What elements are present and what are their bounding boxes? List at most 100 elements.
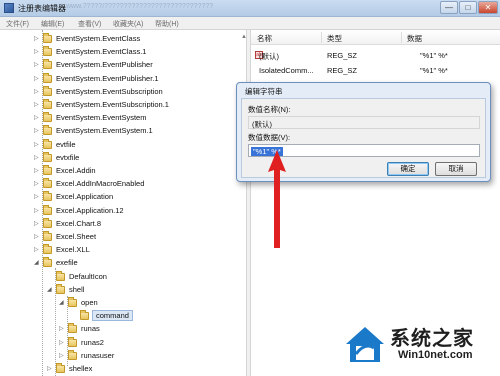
value-list-header: 名称 类型 数据 (251, 30, 500, 45)
tree-item-label: runas2 (81, 337, 104, 347)
cancel-button[interactable]: 取消 (435, 162, 477, 176)
collapse-icon[interactable]: ◢ (59, 300, 65, 307)
column-name[interactable]: 名称 (257, 33, 272, 44)
tree-item-label: open (81, 298, 98, 307)
expand-icon[interactable]: ▷ (34, 36, 40, 43)
folder-icon (68, 349, 77, 360)
folder-icon (43, 85, 52, 96)
tree-item-label: evtfile (56, 139, 76, 149)
tree-item-label: runasuser (81, 350, 115, 360)
tree-item-label: shellex (69, 364, 93, 373)
tree-item-label: shell (69, 284, 85, 294)
expand-icon[interactable]: ▷ (34, 221, 40, 228)
expand-icon[interactable]: ▷ (34, 181, 40, 188)
tree-item-label: EventSystem.EventClass.1 (56, 47, 147, 57)
expand-icon[interactable]: ▷ (59, 326, 65, 333)
tree-item-label: evtxfile (56, 152, 80, 162)
column-type[interactable]: 类型 (327, 33, 342, 44)
value-type: REG_SZ (327, 51, 358, 60)
value-data: "%1" %* (420, 51, 448, 60)
value-row[interactable]: ab (默认) REG_SZ "%1" %* (251, 49, 500, 62)
value-row[interactable]: IsolatedComm... REG_SZ "%1" %* (251, 64, 500, 77)
menu-bar: 文件(F) 编辑(E) 查看(V) 收藏夹(A) 帮助(H) (0, 17, 500, 30)
blurred-path: www.?????/???????????????????????????? (66, 3, 214, 10)
tree-item-label: DefaultIcon (69, 271, 107, 281)
expand-icon[interactable]: ▷ (34, 247, 40, 254)
expand-icon[interactable]: ▷ (34, 62, 40, 69)
menu-help[interactable]: 帮助(H) (155, 19, 179, 29)
menu-file[interactable]: 文件(F) (6, 19, 29, 29)
expand-icon[interactable]: ▷ (34, 128, 40, 135)
watermark: 系统之家 Win10net.com (344, 318, 494, 370)
folder-icon (43, 204, 52, 215)
expand-icon[interactable]: ▷ (34, 194, 40, 201)
value-name: IsolatedComm... (259, 66, 314, 75)
folder-icon (56, 283, 65, 294)
annotation-arrow (268, 150, 286, 248)
tree-item-label: EventSystem.EventSubscription (56, 86, 163, 96)
column-data[interactable]: 数据 (407, 33, 422, 44)
folder-icon (43, 33, 52, 43)
expand-icon[interactable]: ▷ (59, 353, 65, 360)
tree-item-label: Excel.AddInMacroEnabled (56, 179, 145, 189)
value-name-field: (默认) (248, 116, 480, 129)
regedit-app-icon (4, 3, 14, 13)
expand-icon[interactable]: ▷ (34, 89, 40, 96)
maximize-button[interactable]: □ (459, 1, 477, 14)
folder-icon (43, 59, 52, 70)
expand-icon[interactable]: ▷ (59, 340, 65, 347)
tree-item-label: EventSystem.EventSubscription.1 (56, 100, 169, 109)
tree-item-label: EventSystem.EventSystem (56, 113, 147, 123)
expand-icon[interactable]: ▷ (34, 168, 40, 175)
tree-item-label: exefile (56, 258, 78, 268)
tree-item-label: Excel.Sheet (56, 232, 97, 241)
minimize-button[interactable]: — (440, 1, 458, 14)
title-bar: 注册表编辑器 www.?????/???????????????????????… (0, 0, 500, 17)
folder-icon (43, 125, 52, 136)
value-name: (默认) (259, 52, 279, 61)
folder-icon (43, 191, 52, 202)
arrow-shape (268, 150, 286, 248)
folder-icon (43, 72, 52, 83)
ok-button[interactable]: 确定 (387, 162, 429, 176)
folder-icon (68, 297, 77, 307)
expand-icon[interactable]: ▷ (34, 102, 40, 109)
watermark-url: Win10net.com (398, 349, 473, 361)
open-folder-icon (80, 310, 89, 321)
expand-icon[interactable]: ▷ (34, 155, 40, 162)
collapse-icon[interactable]: ◢ (34, 260, 40, 267)
expand-icon[interactable]: ▷ (34, 234, 40, 241)
tree-item-label: Excel.Application (56, 192, 114, 202)
expand-icon[interactable]: ▷ (34, 115, 40, 122)
folder-icon (43, 138, 52, 149)
folder-icon (68, 323, 77, 334)
tree-item-label: EventSystem.EventSystem.1 (56, 126, 153, 136)
collapse-icon[interactable]: ◢ (47, 287, 53, 294)
folder-icon (43, 99, 52, 109)
folder-icon (43, 257, 52, 268)
folder-icon (56, 363, 65, 373)
folder-icon (43, 46, 52, 57)
tree-item-label: EventSystem.EventPublisher.1 (56, 73, 159, 83)
value-data-label: 数值数据(V): (248, 133, 291, 142)
window-title: 注册表编辑器 (18, 4, 66, 13)
value-data: "%1" %* (420, 66, 448, 75)
registry-tree[interactable]: ▷ EventSystem.EventClass ▷ EventSystem.Even… (0, 30, 246, 376)
menu-favorites[interactable]: 收藏夹(A) (113, 19, 143, 29)
folder-icon (43, 244, 52, 255)
value-type: REG_SZ (327, 66, 358, 75)
expand-icon[interactable]: ▷ (34, 142, 40, 149)
expand-icon[interactable]: ▷ (34, 49, 40, 56)
scroll-up-icon[interactable]: ▲ (241, 34, 249, 42)
menu-view[interactable]: 查看(V) (78, 19, 101, 29)
value-name-text: (默认) (252, 120, 272, 129)
menu-edit[interactable]: 编辑(E) (41, 19, 64, 29)
expand-icon[interactable]: ▷ (34, 208, 40, 215)
close-button[interactable]: ✕ (478, 1, 498, 14)
expand-icon[interactable]: ▷ (34, 76, 40, 83)
value-name-label: 数值名称(N): (248, 105, 291, 114)
tree-item-label: EventSystem.EventPublisher (56, 60, 153, 70)
expand-icon[interactable]: ▷ (47, 366, 53, 373)
folder-icon (43, 231, 52, 241)
tree-item-label: Excel.XLL (56, 245, 90, 255)
